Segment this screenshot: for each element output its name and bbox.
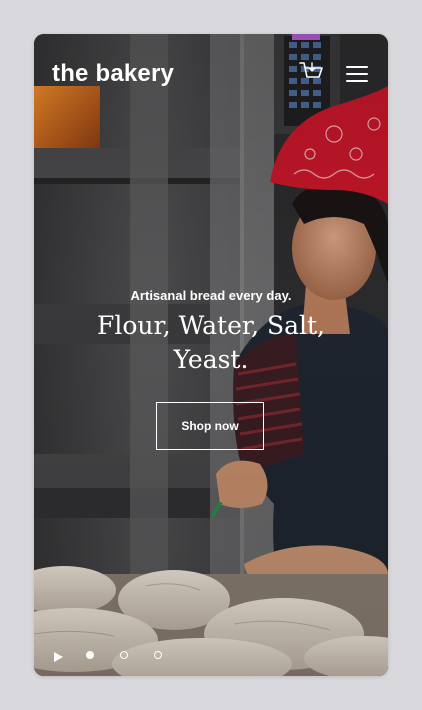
hero-content: Artisanal bread every day. Flour, Water,… <box>34 288 388 377</box>
slider-controls <box>52 650 212 666</box>
shop-now-button[interactable]: Shop now <box>156 402 264 450</box>
play-icon[interactable] <box>54 652 63 662</box>
slide-dot-1[interactable] <box>86 651 94 659</box>
hero-headline: Flour, Water, Salt, Yeast. <box>97 311 325 374</box>
cart-icon-glyph <box>299 62 323 78</box>
slide-dot-3[interactable] <box>154 651 162 659</box>
cart-icon[interactable] <box>298 60 324 86</box>
brand-logo[interactable]: the bakery <box>52 60 174 88</box>
hamburger-menu-icon[interactable] <box>346 66 368 82</box>
site-header: the bakery <box>34 34 388 114</box>
app-frame: the bakery Artisanal bread every day. Fl… <box>34 34 388 676</box>
slide-dot-2[interactable] <box>120 651 128 659</box>
hero-tagline: Artisanal bread every day. <box>130 288 292 303</box>
